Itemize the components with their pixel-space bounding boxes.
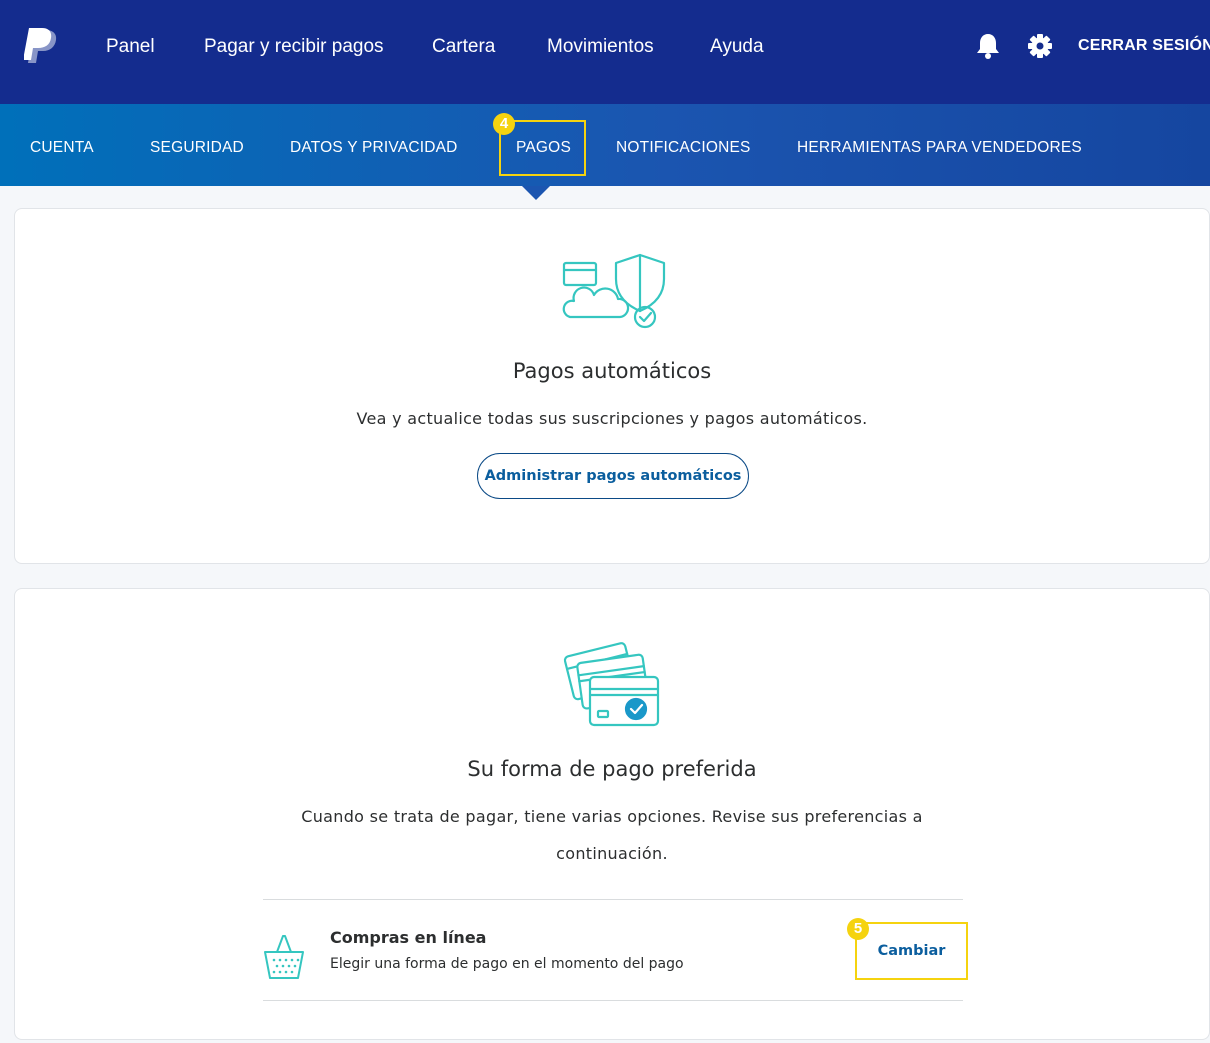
nav-wallet[interactable]: Cartera <box>432 36 495 58</box>
nav-panel[interactable]: Panel <box>106 36 155 58</box>
bell-icon[interactable] <box>975 32 1001 60</box>
automatic-payments-description: Vea y actualice todas sus suscripciones … <box>356 409 868 428</box>
tab-seller-tools[interactable]: HERRAMIENTAS PARA VENDEDORES <box>797 139 1082 157</box>
paypal-logo-icon[interactable] <box>24 28 60 66</box>
nav-pay-receive[interactable]: Pagar y recibir pagos <box>204 36 384 58</box>
step-marker-4: 4 <box>493 113 515 135</box>
payment-cards-illustration-icon <box>563 642 660 727</box>
preferred-payment-description-line2: continuación. <box>556 844 668 863</box>
tab-security[interactable]: SEGURIDAD <box>150 139 244 157</box>
online-purchases-subtitle: Elegir una forma de pago en el momento d… <box>330 956 684 972</box>
gear-icon[interactable] <box>1027 33 1053 59</box>
preferred-payment-title: Su forma de pago preferida <box>467 757 757 781</box>
cloud-shield-illustration-icon <box>562 253 666 329</box>
online-purchases-title: Compras en línea <box>330 928 487 947</box>
active-tab-caret <box>522 186 550 200</box>
tab-data-privacy[interactable]: DATOS Y PRIVACIDAD <box>290 139 458 157</box>
settings-tabs: CUENTA SEGURIDAD DATOS Y PRIVACIDAD PAGO… <box>0 104 1210 186</box>
nav-activity[interactable]: Movimientos <box>547 36 654 58</box>
top-header: Panel Pagar y recibir pagos Cartera Movi… <box>0 0 1210 104</box>
logout-link[interactable]: CERRAR SESIÓN <box>1078 37 1210 55</box>
divider-top <box>263 899 963 900</box>
highlight-box-change: Cambiar <box>855 922 968 980</box>
automatic-payments-card: Pagos automáticos Vea y actualice todas … <box>14 208 1210 564</box>
manage-automatic-payments-button[interactable]: Administrar pagos automáticos <box>477 453 749 499</box>
preferred-payment-description-line1: Cuando se trata de pagar, tiene varias o… <box>301 807 923 826</box>
nav-help[interactable]: Ayuda <box>710 36 764 58</box>
step-marker-5: 5 <box>847 918 869 940</box>
shopping-basket-icon <box>264 935 304 979</box>
change-button[interactable]: Cambiar <box>857 924 966 978</box>
tab-notifications[interactable]: NOTIFICACIONES <box>616 139 751 157</box>
preferred-payment-card: Su forma de pago preferida Cuando se tra… <box>14 588 1210 1040</box>
divider-bottom <box>263 1000 963 1001</box>
tab-account[interactable]: CUENTA <box>30 139 94 157</box>
automatic-payments-title: Pagos automáticos <box>512 359 712 383</box>
